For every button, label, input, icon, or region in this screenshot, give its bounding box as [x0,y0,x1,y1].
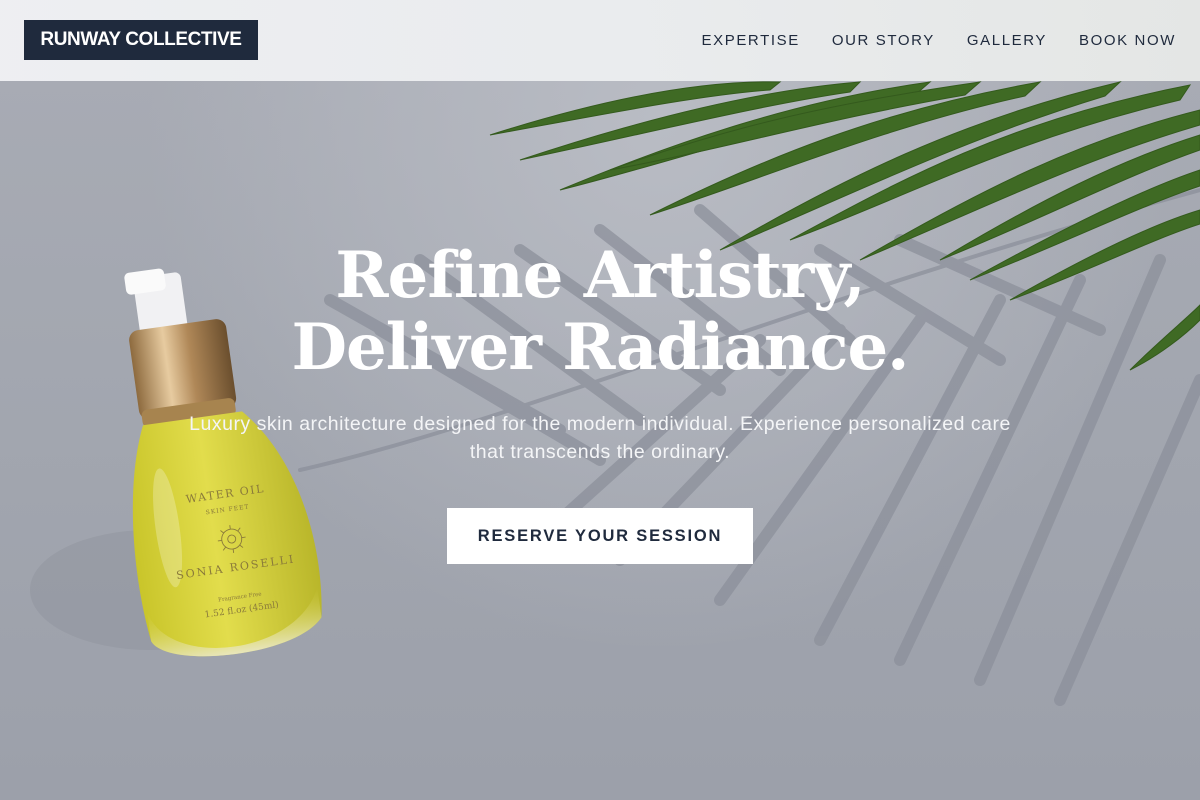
page: WATER OIL SKIN FEET SONIA ROSELLI Fragra… [0,0,1200,800]
brand-logo[interactable]: RUNWAY COLLECTIVE [24,20,258,60]
site-header: RUNWAY COLLECTIVE EXPERTISE OUR STORY GA… [0,0,1200,81]
hero-title-line-2: Deliver Radiance. [291,310,910,385]
nav-item-gallery[interactable]: GALLERY [967,32,1047,49]
hero-title-line-1: Refine Artistry, [335,238,865,313]
reserve-session-button[interactable]: RESERVE YOUR SESSION [447,508,753,564]
nav-item-book-now[interactable]: BOOK NOW [1079,32,1176,49]
hero-title: Refine Artistry, Deliver Radiance. [0,240,1200,384]
hero-subtitle: Luxury skin architecture designed for th… [189,413,1011,463]
main-nav: EXPERTISE OUR STORY GALLERY BOOK NOW [702,0,1176,81]
nav-item-our-story[interactable]: OUR STORY [832,32,935,49]
nav-item-expertise[interactable]: EXPERTISE [702,32,800,49]
hero-section: Refine Artistry, Deliver Radiance. Luxur… [0,240,1200,564]
